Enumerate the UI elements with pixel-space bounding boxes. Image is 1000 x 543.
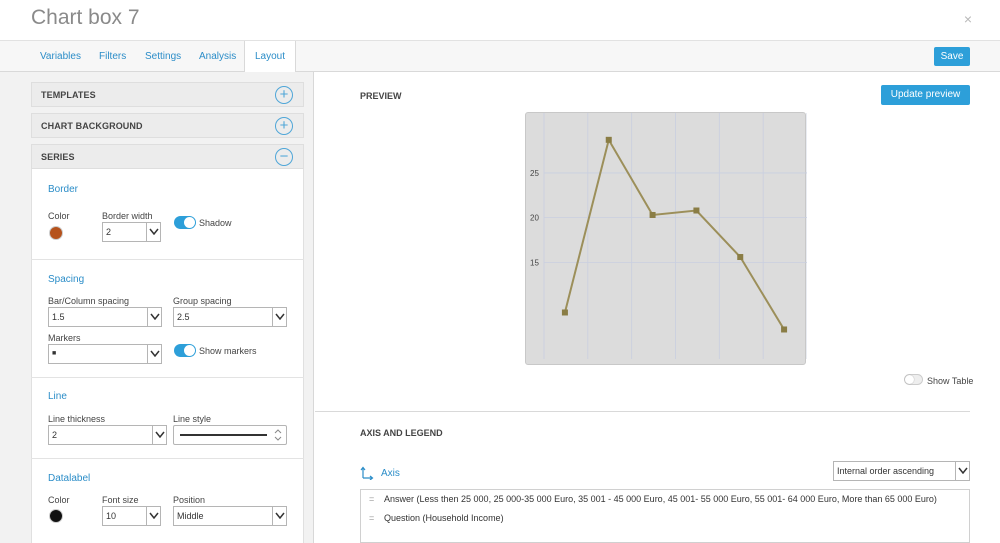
bar-spacing-select[interactable]: 1.5 [48, 307, 162, 327]
divider [31, 458, 304, 459]
font-size-label: Font size [102, 495, 139, 505]
line-chart: 25 20 15 [530, 113, 808, 359]
order-select[interactable]: Internal order ascending [833, 461, 970, 481]
drag-handle-icon[interactable]: = [369, 513, 377, 523]
chart-background-section-header[interactable]: CHART BACKGROUND + [31, 113, 304, 138]
border-color-label: Color [48, 211, 70, 221]
templates-section-header[interactable]: TEMPLATES + [31, 82, 304, 107]
y-tick-label: 20 [530, 214, 539, 223]
list-item-text: Answer (Less then 25 000, 25 000-35 000 … [384, 494, 937, 504]
border-width-select[interactable]: 2 [102, 222, 161, 242]
tab-filters[interactable]: Filters [99, 41, 126, 72]
chevron-down-icon [146, 223, 160, 241]
shadow-label: Shadow [199, 218, 232, 228]
border-subtitle: Border [48, 184, 79, 195]
data-point-marker [605, 136, 612, 143]
line-thickness-select[interactable]: 2 [48, 425, 167, 445]
chart-preview: 25 20 15 [525, 112, 808, 365]
position-select[interactable]: Middle [173, 506, 287, 526]
line-style-label: Line style [173, 414, 212, 424]
line-style-select[interactable] [173, 425, 287, 445]
show-markers-toggle[interactable] [174, 344, 196, 357]
series-section-header[interactable]: SERIES − [31, 144, 304, 169]
dialog-title-bar: Chart box 7 × [0, 0, 1000, 40]
y-tick-label: 25 [530, 169, 539, 178]
close-icon[interactable]: × [964, 11, 972, 27]
divider [31, 259, 304, 260]
data-point-marker [693, 207, 700, 214]
border-width-value: 2 [106, 227, 112, 237]
axis-item-list: = Answer (Less then 25 000, 25 000-35 000… [360, 489, 970, 543]
axis-link[interactable]: Axis [381, 468, 400, 479]
data-point-marker [561, 309, 568, 316]
show-table-toggle[interactable] [904, 374, 923, 385]
line-subtitle: Line [48, 391, 67, 402]
datalabel-color-swatch[interactable] [49, 509, 63, 523]
series-label: SERIES [41, 152, 75, 162]
chevron-down-icon [272, 507, 286, 525]
bar-spacing-label: Bar/Column spacing [48, 296, 130, 306]
axis-swap-icon[interactable] [360, 466, 374, 480]
tab-analysis[interactable]: Analysis [199, 41, 236, 72]
list-item[interactable]: = Answer (Less then 25 000, 25 000-35 000… [369, 494, 937, 504]
position-label: Position [173, 495, 206, 505]
preview-header: PREVIEW [360, 91, 402, 101]
group-spacing-value: 2.5 [177, 312, 190, 322]
bar-spacing-value: 1.5 [52, 312, 65, 322]
font-size-select[interactable]: 10 [102, 506, 161, 526]
save-button[interactable]: Save [934, 47, 970, 66]
chevron-down-icon [955, 462, 969, 480]
order-value: Internal order ascending [837, 466, 935, 476]
divider [31, 377, 304, 378]
list-item[interactable]: = Question (Household Income) [369, 513, 504, 523]
update-preview-button[interactable]: Update preview [881, 85, 970, 105]
group-spacing-label: Group spacing [173, 296, 232, 306]
section-divider [315, 411, 970, 412]
chevron-down-icon [146, 507, 160, 525]
position-value: Middle [177, 511, 204, 521]
tab-layout[interactable]: Layout [244, 41, 297, 73]
show-table-label: Show Table [927, 376, 974, 386]
line-thickness-value: 2 [52, 430, 58, 440]
markers-select[interactable]: ■ [48, 344, 162, 364]
solid-line-style-icon [180, 429, 282, 441]
line-thickness-label: Line thickness [48, 414, 106, 424]
tab-variables[interactable]: Variables [40, 41, 81, 72]
markers-value: ■ [52, 350, 57, 357]
font-size-value: 10 [106, 511, 117, 521]
collapse-minus-icon[interactable]: − [275, 148, 293, 166]
y-tick-label: 15 [530, 258, 539, 267]
series-line [563, 137, 785, 330]
chevron-down-icon [147, 345, 161, 363]
tab-settings[interactable]: Settings [145, 41, 181, 72]
expand-plus-icon[interactable]: + [275, 117, 293, 135]
datalabel-color-label: Color [48, 495, 70, 505]
expand-plus-icon[interactable]: + [275, 86, 293, 104]
markers-label: Markers [48, 333, 81, 343]
tab-bar: Variables Filters Settings Analysis Layo… [0, 40, 1000, 73]
shadow-toggle[interactable] [174, 216, 196, 229]
border-width-label: Border width [102, 211, 153, 221]
group-spacing-select[interactable]: 2.5 [173, 307, 287, 327]
border-color-swatch[interactable] [49, 226, 63, 240]
list-item-text: Question (Household Income) [384, 513, 504, 523]
data-point-marker [781, 326, 788, 333]
spacing-subtitle: Spacing [48, 274, 85, 285]
chevron-down-icon [147, 308, 161, 326]
data-point-marker [737, 254, 744, 261]
datalabel-subtitle: Datalabel [48, 473, 91, 484]
dialog-title: Chart box 7 [31, 6, 140, 29]
chevron-down-icon [152, 426, 166, 444]
chevron-down-icon [272, 308, 286, 326]
axis-legend-header: AXIS AND LEGEND [360, 428, 443, 438]
chart-background-label: CHART BACKGROUND [41, 121, 143, 131]
templates-label: TEMPLATES [41, 90, 96, 100]
data-point-marker [649, 211, 656, 218]
drag-handle-icon[interactable]: = [369, 494, 377, 504]
show-markers-label: Show markers [199, 346, 257, 356]
